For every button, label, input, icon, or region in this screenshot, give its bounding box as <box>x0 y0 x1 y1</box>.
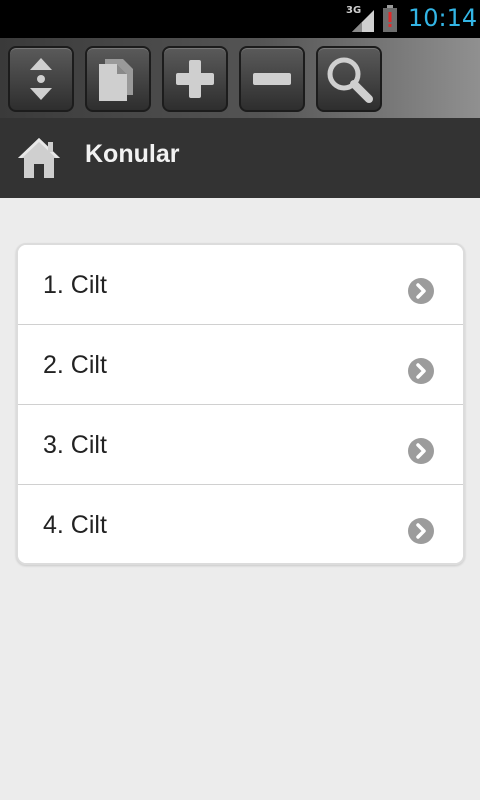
list-item[interactable]: 1. Cilt <box>18 245 463 325</box>
search-button[interactable] <box>316 46 382 112</box>
copy-button[interactable] <box>85 46 151 112</box>
home-icon[interactable] <box>16 136 62 180</box>
expand-collapse-button[interactable] <box>8 46 74 112</box>
battery-alert-icon <box>383 5 397 32</box>
chevron-right-icon <box>408 358 434 384</box>
list-item-label: 1. Cilt <box>43 271 107 299</box>
chevron-right-icon <box>408 518 434 544</box>
list-item-label: 3. Cilt <box>43 431 107 459</box>
list-item-label: 2. Cilt <box>43 351 107 379</box>
list-item[interactable]: 2. Cilt <box>18 325 463 405</box>
zoom-in-button[interactable] <box>162 46 228 112</box>
minus-icon <box>253 73 291 85</box>
clock: 10:14 <box>408 4 478 32</box>
documents-icon <box>99 59 133 101</box>
status-bar: 3G 10:14 <box>0 0 480 38</box>
chevron-right-icon <box>408 438 434 464</box>
plus-icon <box>176 60 214 98</box>
zoom-out-button[interactable] <box>239 46 305 112</box>
signal-bars-icon <box>352 10 374 32</box>
topic-list: 1. Cilt 2. Cilt 3. Cilt 4. Cilt <box>16 243 465 565</box>
page-header: Konular <box>0 118 480 198</box>
search-icon <box>327 57 373 103</box>
chevron-right-icon <box>408 278 434 304</box>
page-title: Konular <box>85 140 180 168</box>
up-down-arrows-icon <box>30 58 52 100</box>
list-item[interactable]: 4. Cilt <box>18 485 463 563</box>
list-item-label: 4. Cilt <box>43 511 107 539</box>
list-item[interactable]: 3. Cilt <box>18 405 463 485</box>
toolbar <box>0 38 480 118</box>
